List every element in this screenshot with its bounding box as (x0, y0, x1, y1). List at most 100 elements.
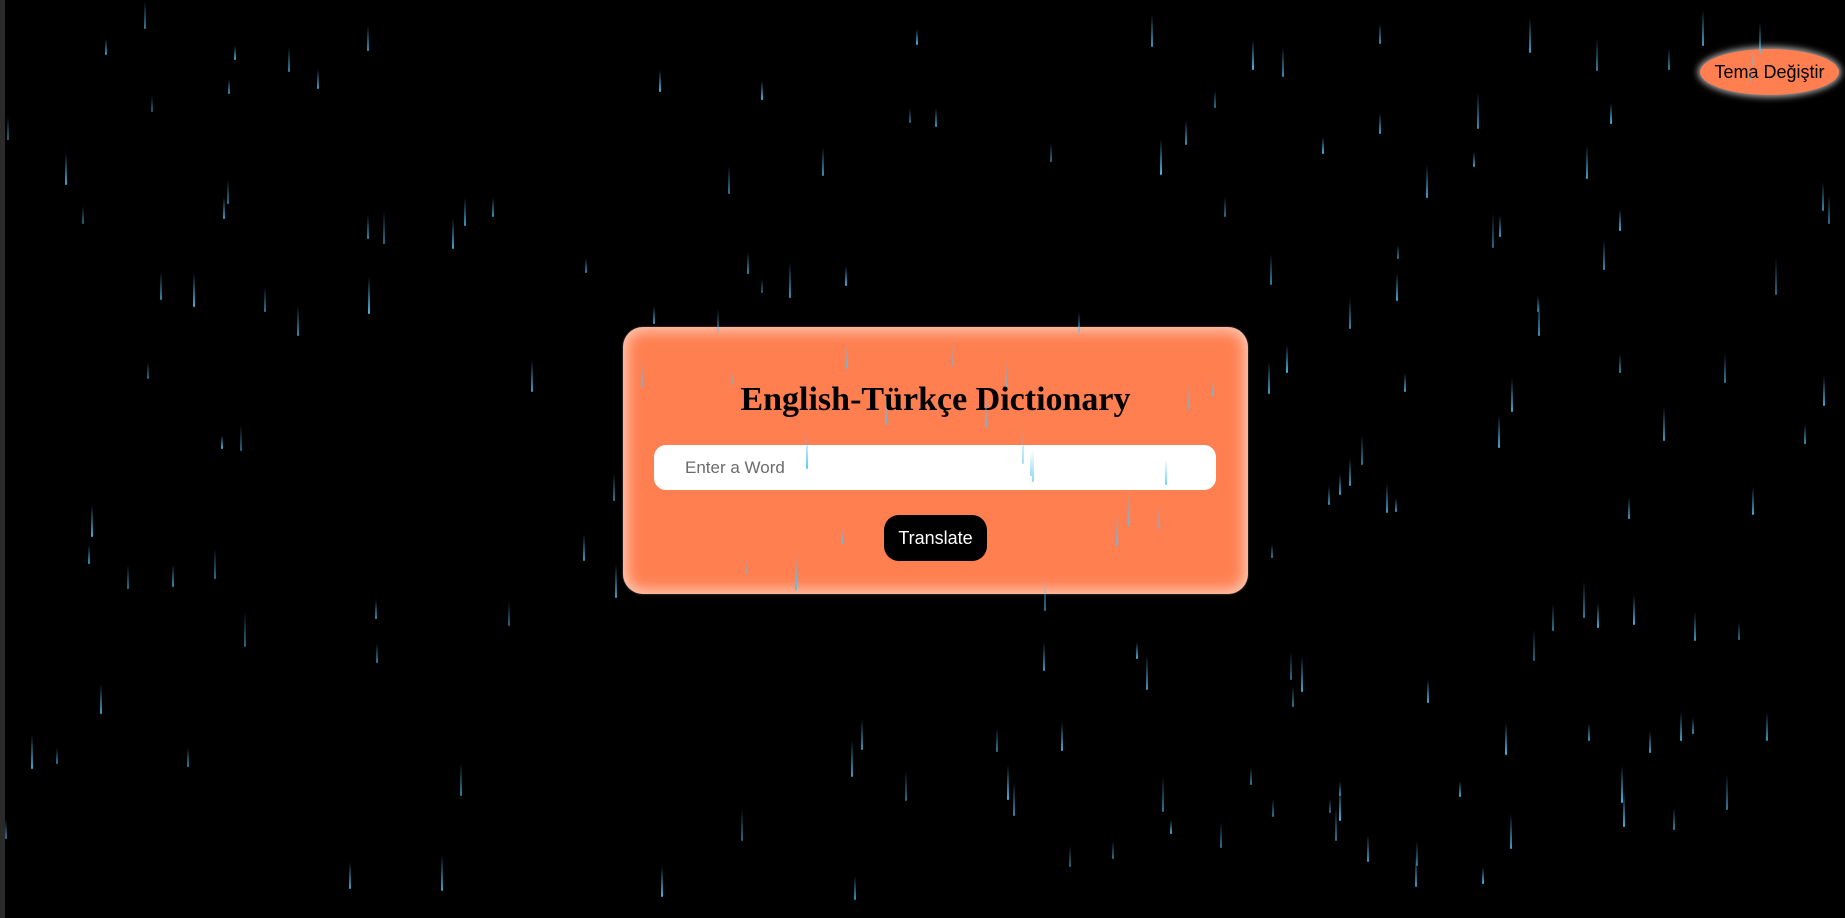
raindrop-icon (368, 277, 370, 314)
raindrop-icon (1250, 767, 1252, 785)
raindrop-icon (1224, 197, 1226, 217)
raindrop-icon (1170, 820, 1172, 834)
raindrop-icon (187, 747, 189, 767)
raindrop-icon (1694, 612, 1696, 641)
raindrop-icon (861, 719, 863, 750)
raindrop-icon (82, 206, 84, 224)
raindrop-icon (1396, 273, 1398, 301)
raindrop-icon (367, 26, 369, 51)
raindrop-icon (1499, 215, 1501, 237)
raindrop-icon (585, 258, 587, 273)
raindrop-icon (1043, 642, 1045, 671)
window-left-edge (0, 0, 5, 918)
raindrop-icon (1339, 474, 1341, 495)
raindrop-icon (1349, 298, 1351, 329)
raindrop-icon (1473, 152, 1475, 167)
raindrop-icon (761, 279, 763, 293)
raindrop-icon (1621, 766, 1623, 803)
raindrop-icon (1775, 258, 1777, 295)
raindrop-icon (441, 855, 443, 891)
raindrop-icon (1112, 841, 1114, 859)
raindrop-icon (127, 565, 129, 589)
raindrop-icon (1328, 486, 1330, 505)
raindrop-icon (1339, 787, 1341, 821)
raindrop-icon (1668, 48, 1670, 70)
raindrop-icon (1663, 407, 1665, 441)
raindrop-icon (91, 505, 93, 537)
raindrop-icon (264, 287, 266, 312)
raindrop-icon (1361, 435, 1363, 465)
word-input[interactable] (654, 445, 1216, 490)
raindrop-icon (854, 876, 856, 900)
raindrop-icon (1510, 814, 1512, 849)
raindrop-icon (1498, 415, 1500, 448)
raindrop-icon (1151, 14, 1153, 47)
raindrop-icon (1162, 776, 1164, 812)
raindrop-icon (375, 600, 377, 619)
raindrop-icon (1823, 376, 1825, 406)
theme-toggle-button[interactable]: Tema Değiştir (1700, 49, 1839, 95)
raindrop-icon (367, 215, 369, 239)
raindrop-icon (214, 548, 216, 579)
raindrop-icon (227, 180, 229, 204)
raindrop-icon (1290, 652, 1292, 680)
raindrop-icon (747, 252, 749, 274)
raindrop-icon (1252, 40, 1254, 70)
raindrop-icon (653, 306, 655, 324)
raindrop-icon (244, 612, 246, 647)
raindrop-icon (1511, 378, 1513, 412)
raindrop-icon (613, 473, 615, 501)
raindrop-icon (193, 273, 195, 307)
raindrop-icon (100, 684, 102, 714)
raindrop-icon (909, 108, 911, 123)
raindrop-icon (297, 306, 299, 336)
raindrop-icon (349, 862, 351, 889)
raindrop-icon (741, 808, 743, 841)
raindrop-icon (1692, 718, 1694, 734)
raindrop-icon (789, 262, 791, 298)
raindrop-icon (1415, 856, 1417, 887)
raindrop-icon (1292, 686, 1294, 707)
raindrop-icon (508, 601, 510, 626)
raindrop-icon (531, 360, 533, 392)
raindrop-icon (1379, 113, 1381, 134)
dictionary-card: English-Türkçe Dictionary Translate (623, 327, 1248, 594)
raindrop-icon (452, 218, 454, 249)
raindrop-icon (1628, 497, 1630, 519)
raindrop-icon (1459, 781, 1461, 797)
raindrop-icon (1588, 723, 1590, 741)
raindrop-icon (1349, 458, 1351, 486)
raindrop-icon (1160, 139, 1162, 175)
raindrop-icon (234, 46, 236, 60)
raindrop-icon (376, 643, 378, 663)
raindrop-icon (1533, 629, 1535, 661)
raindrop-icon (317, 69, 319, 89)
raindrop-icon (1649, 731, 1651, 753)
raindrop-icon (144, 1, 146, 29)
raindrop-icon (1367, 835, 1369, 862)
raindrop-icon (1379, 23, 1381, 44)
raindrop-icon (659, 70, 661, 92)
raindrop-icon (1061, 722, 1063, 751)
raindrop-icon (56, 748, 58, 764)
raindrop-icon (845, 266, 847, 286)
raindrop-icon (1322, 137, 1324, 154)
raindrop-icon (1427, 679, 1429, 703)
raindrop-icon (65, 153, 67, 185)
raindrop-icon (1804, 424, 1806, 444)
raindrop-icon (1766, 712, 1768, 741)
raindrop-icon (1272, 799, 1274, 817)
translate-button[interactable]: Translate (884, 515, 987, 561)
raindrop-icon (492, 198, 494, 217)
raindrop-icon (1492, 213, 1494, 248)
raindrop-icon (1397, 245, 1399, 259)
raindrop-icon (1597, 603, 1599, 628)
raindrop-icon (1426, 165, 1428, 198)
raindrop-icon (1586, 145, 1588, 179)
raindrop-icon (761, 81, 763, 100)
dictionary-title: English-Türkçe Dictionary (740, 381, 1131, 418)
raindrop-icon (1724, 353, 1726, 383)
raindrop-icon (935, 108, 937, 127)
raindrop-icon (1050, 143, 1052, 162)
raindrop-icon (1335, 807, 1337, 841)
